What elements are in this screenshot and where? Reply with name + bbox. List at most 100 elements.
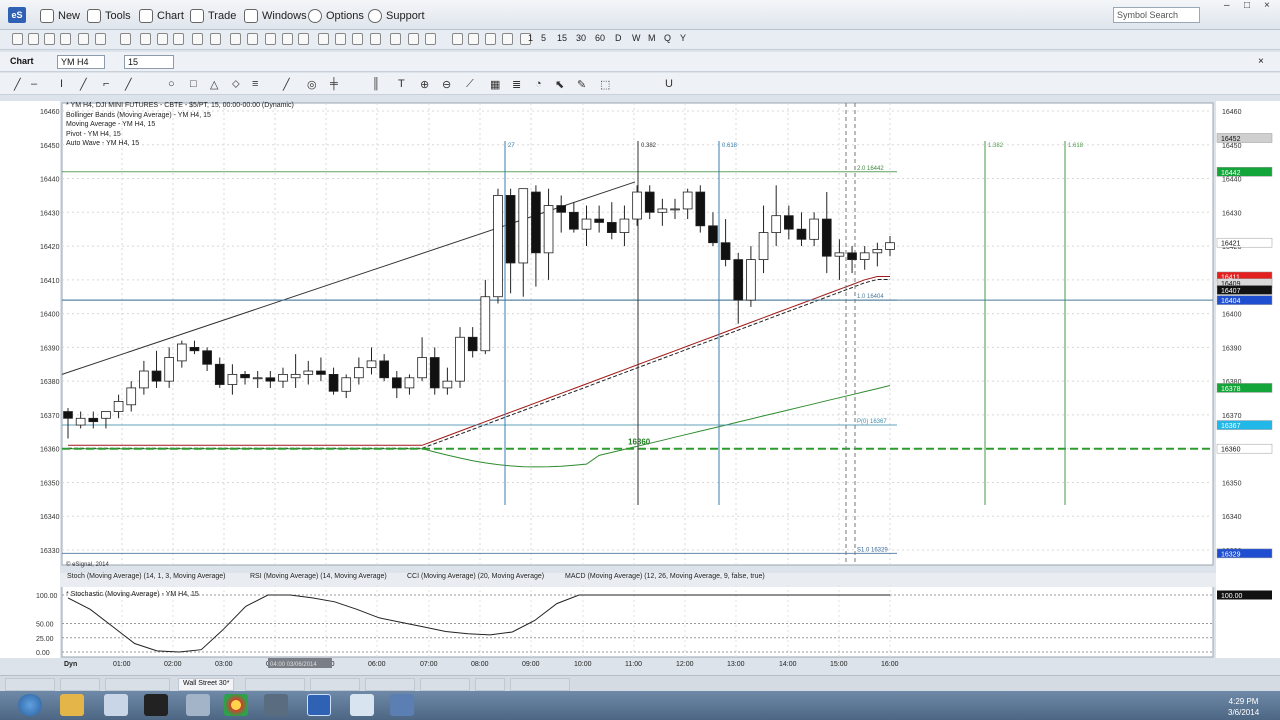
menu-options[interactable]: Options	[308, 8, 364, 24]
toolbar-button-22[interactable]	[408, 33, 419, 45]
app-icon-2[interactable]	[186, 694, 210, 716]
drawing-tool-11[interactable]: ╱	[283, 78, 290, 91]
taskbar-clock[interactable]: 4:29 PM 3/6/2014	[1228, 696, 1259, 718]
chart-close-icon[interactable]: ×	[1258, 56, 1264, 67]
tab-blank-1[interactable]	[5, 678, 55, 691]
drawing-tool-7[interactable]: □	[190, 78, 197, 90]
drawing-tool-5[interactable]: ╱	[125, 78, 132, 91]
tab-blank-7[interactable]	[420, 678, 470, 691]
toolbar-button-1[interactable]	[28, 33, 39, 45]
price-chart[interactable]: 1633016330163401634016350163501636016360…	[0, 95, 1280, 675]
toolbar-button-7[interactable]	[140, 33, 151, 45]
toolbar-button-10[interactable]	[192, 33, 203, 45]
close-button[interactable]: ×	[1264, 0, 1278, 11]
toolbar-button-27[interactable]	[502, 33, 513, 45]
app-icon-5[interactable]	[390, 694, 414, 716]
tab-blank-9[interactable]	[510, 678, 570, 691]
toolbar-button-9[interactable]	[173, 33, 184, 45]
minimize-button[interactable]: –	[1224, 0, 1238, 11]
drawing-tool-24[interactable]: ⬚	[600, 78, 610, 91]
toolbar-button-26[interactable]	[485, 33, 496, 45]
interval-1[interactable]: 1	[528, 33, 533, 43]
toolbar-button-3[interactable]	[60, 33, 71, 45]
toolbar-button-19[interactable]	[352, 33, 363, 45]
toolbar-button-23[interactable]	[425, 33, 436, 45]
tab-macd[interactable]: MACD (Moving Average) (12, 26, Moving Av…	[565, 573, 765, 580]
menu-new[interactable]: New	[40, 8, 80, 24]
drawing-tool-18[interactable]: ⟋	[466, 78, 474, 91]
interval-60[interactable]: 60	[595, 33, 605, 43]
tab-wall-street-30[interactable]: Wall Street 30*	[178, 678, 235, 691]
start-button[interactable]	[18, 694, 42, 716]
drawing-tool-23[interactable]: ✎	[577, 78, 586, 91]
app-icon-3[interactable]	[264, 694, 288, 716]
drawing-tool-20[interactable]: ≣	[512, 78, 521, 91]
drawing-tool-13[interactable]: ╪	[330, 78, 338, 90]
tab-rsi[interactable]: RSI (Moving Average) (14, Moving Average…	[250, 573, 387, 580]
toolbar-button-24[interactable]	[452, 33, 463, 45]
symbol-search-input[interactable]: Symbol Search	[1113, 7, 1200, 23]
drawing-tool-0[interactable]: ╱	[14, 78, 21, 91]
tab-stoch[interactable]: Stoch (Moving Average) (14, 1, 3, Moving…	[67, 573, 226, 580]
toolbar-button-21[interactable]	[390, 33, 401, 45]
toolbar-button-15[interactable]	[282, 33, 293, 45]
tab-cci[interactable]: CCI (Moving Average) (20, Moving Average…	[407, 573, 544, 580]
tab-blank-5[interactable]	[310, 678, 360, 691]
toolbar-button-6[interactable]	[120, 33, 131, 45]
drawing-tool-15[interactable]: T	[398, 78, 405, 90]
maximize-button[interactable]: □	[1244, 0, 1258, 11]
drawing-tool-9[interactable]: ⬦	[232, 78, 240, 91]
drawing-tool-6[interactable]: ○	[168, 78, 175, 90]
toolbar-button-0[interactable]	[12, 33, 23, 45]
menu-support[interactable]: Support	[368, 8, 425, 24]
toolbar-button-18[interactable]	[335, 33, 346, 45]
interval-M[interactable]: M	[648, 33, 656, 43]
drawing-tool-8[interactable]: △	[210, 78, 218, 91]
menu-chart[interactable]: Chart	[139, 8, 184, 24]
toolbar-button-20[interactable]	[370, 33, 381, 45]
drawing-tool-14[interactable]: ║	[372, 78, 380, 90]
drawing-tool-12[interactable]: ◎	[307, 78, 317, 91]
toolbar-button-4[interactable]	[78, 33, 89, 45]
toolbar-button-16[interactable]	[298, 33, 309, 45]
drawing-tool-10[interactable]: ≡	[252, 78, 258, 90]
drawing-tool-17[interactable]: ⊖	[442, 78, 451, 91]
toolbar-button-5[interactable]	[95, 33, 106, 45]
toolbar-button-25[interactable]	[468, 33, 479, 45]
interval-30[interactable]: 30	[576, 33, 586, 43]
interval-Q[interactable]: Q	[664, 33, 671, 43]
interval-D[interactable]: D	[615, 33, 622, 43]
drawing-tool-22[interactable]: ⬉	[555, 78, 564, 91]
menu-tools[interactable]: Tools	[87, 8, 131, 24]
tab-blank-4[interactable]	[245, 678, 305, 691]
drawing-tool-3[interactable]: ╱	[80, 78, 87, 91]
tab-blank-6[interactable]	[365, 678, 415, 691]
drawing-tool-19[interactable]: ▦	[490, 78, 500, 91]
drawing-tool-16[interactable]: ⊕	[420, 78, 429, 91]
app-icon-1[interactable]	[104, 694, 128, 716]
toolbar-button-17[interactable]	[318, 33, 329, 45]
tab-blank-8[interactable]	[475, 678, 505, 691]
amazon-icon[interactable]	[144, 694, 168, 716]
chrome-icon[interactable]	[224, 694, 248, 716]
explorer-icon[interactable]	[60, 694, 84, 716]
interval-select[interactable]: 15	[124, 55, 174, 69]
interval-15[interactable]: 15	[557, 33, 567, 43]
toolbar-button-8[interactable]	[157, 33, 168, 45]
interval-Y[interactable]: Y	[680, 33, 686, 43]
toolbar-button-14[interactable]	[265, 33, 276, 45]
drawing-tool-4[interactable]: ⌐	[103, 78, 109, 90]
toolbar-button-13[interactable]	[247, 33, 258, 45]
tab-blank-2[interactable]	[60, 678, 100, 691]
symbol-select[interactable]: YM H4	[57, 55, 105, 69]
interval-5[interactable]: 5	[541, 33, 546, 43]
drawing-tool-21[interactable]: ◔	[535, 78, 542, 90]
drawing-tool-2[interactable]: I	[60, 78, 63, 90]
interval-W[interactable]: W	[632, 33, 641, 43]
toolbar-button-11[interactable]	[210, 33, 221, 45]
esignal-taskbar-icon[interactable]	[307, 694, 331, 716]
toolbar-button-12[interactable]	[230, 33, 241, 45]
menu-windows[interactable]: Windows	[244, 8, 307, 24]
drawing-tool-25[interactable]: U	[665, 78, 673, 90]
tab-blank-3[interactable]	[105, 678, 170, 691]
